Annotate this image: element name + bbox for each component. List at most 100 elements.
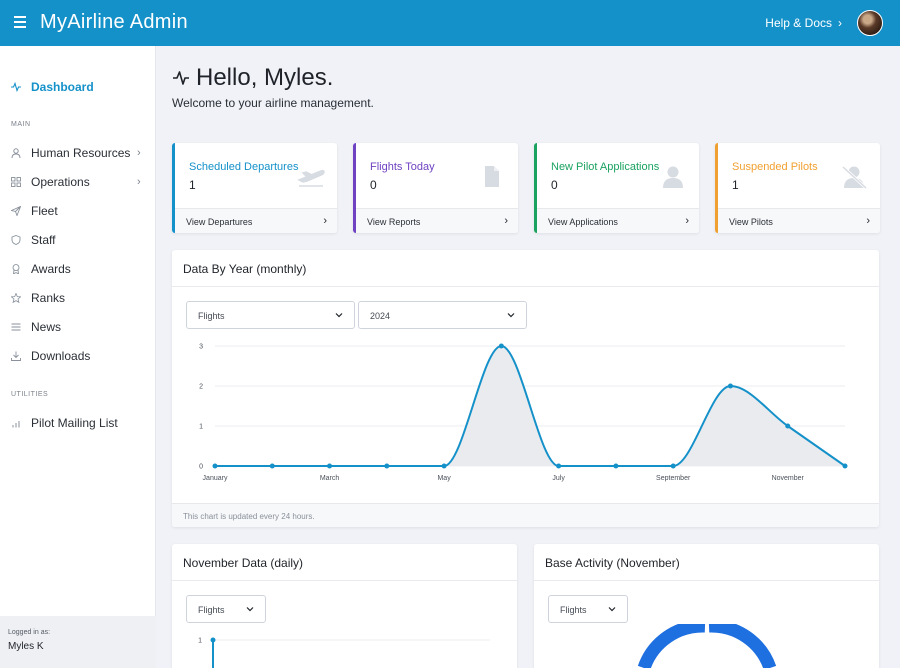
x-tick-label: January bbox=[203, 475, 228, 482]
stat-card-new-pilot-applications: New Pilot Applications 0 View Applicatio… bbox=[534, 143, 699, 233]
divider bbox=[172, 286, 879, 287]
data-point bbox=[269, 463, 275, 469]
divider bbox=[534, 580, 879, 581]
chevron-down-icon bbox=[246, 607, 254, 612]
y-tick-label: 1 bbox=[198, 638, 202, 645]
x-tick-label: July bbox=[552, 475, 565, 482]
sidebar-item-label: Dashboard bbox=[31, 80, 94, 94]
select-value: Flights bbox=[198, 605, 225, 615]
yearly-chart-card: Data By Year (monthly) Flights 2024 0 1 2 3… bbox=[172, 250, 879, 527]
link-label: View Reports bbox=[367, 217, 421, 227]
card-title: Data By Year (monthly) bbox=[183, 262, 307, 276]
chevron-right-icon: › bbox=[137, 176, 141, 188]
stat-title: Scheduled Departures bbox=[189, 161, 299, 173]
sidebar-item-staff[interactable]: Staff bbox=[0, 228, 156, 252]
sidebar-item-operations[interactable]: Operations › bbox=[0, 170, 156, 194]
logged-in-user: Myles K bbox=[8, 641, 44, 652]
help-docs-link[interactable]: Help & Docs › bbox=[765, 16, 842, 30]
data-point bbox=[441, 463, 447, 469]
divider bbox=[172, 580, 517, 581]
view-departures-link[interactable]: View Departures › bbox=[175, 208, 337, 233]
data-point bbox=[210, 637, 216, 643]
user-icon bbox=[663, 166, 683, 188]
list-icon bbox=[11, 323, 21, 331]
chevron-right-icon: › bbox=[504, 215, 508, 227]
data-point bbox=[613, 463, 619, 469]
data-point bbox=[842, 463, 848, 469]
sidebar-item-pilot-mailing-list[interactable]: Pilot Mailing List bbox=[0, 411, 156, 435]
select-value: Flights bbox=[560, 605, 587, 615]
sidebar-item-label: Fleet bbox=[31, 204, 58, 218]
page-title: Hello, Myles. bbox=[172, 64, 333, 92]
top-bar: MyAirline Admin Help & Docs › bbox=[0, 0, 900, 46]
x-tick-label: May bbox=[437, 475, 451, 482]
sidebar-item-human-resources[interactable]: Human Resources › bbox=[0, 141, 156, 165]
stat-value: 1 bbox=[189, 178, 196, 192]
sidebar-item-awards[interactable]: Awards bbox=[0, 257, 156, 281]
base-activity-card: Base Activity (November) Flights bbox=[534, 544, 879, 668]
y-tick-label: 0 bbox=[199, 464, 203, 471]
section-label-utilities: UTILITIES bbox=[11, 391, 49, 398]
view-reports-link[interactable]: View Reports › bbox=[356, 208, 518, 233]
stat-value: 0 bbox=[370, 178, 377, 192]
year-select[interactable]: 2024 bbox=[358, 301, 527, 329]
sidebar-item-downloads[interactable]: Downloads bbox=[0, 344, 156, 368]
y-tick-label: 1 bbox=[199, 424, 203, 431]
stat-value: 0 bbox=[551, 178, 558, 192]
sidebar-item-ranks[interactable]: Ranks bbox=[0, 286, 156, 310]
sidebar-item-dashboard[interactable]: Dashboard bbox=[0, 75, 156, 99]
card-title: November Data (daily) bbox=[183, 556, 304, 570]
metric-select[interactable]: Flights bbox=[548, 595, 628, 623]
data-point bbox=[785, 423, 791, 429]
data-point bbox=[670, 463, 676, 469]
chevron-right-icon: › bbox=[838, 16, 842, 30]
chevron-down-icon bbox=[608, 607, 616, 612]
sidebar-item-fleet[interactable]: Fleet bbox=[0, 199, 156, 223]
help-docs-label: Help & Docs bbox=[765, 16, 832, 30]
select-value: Flights bbox=[198, 311, 225, 321]
data-point bbox=[556, 463, 562, 469]
base-activity-donut-chart bbox=[637, 624, 777, 668]
metric-select[interactable]: Flights bbox=[186, 595, 266, 623]
donut-slice bbox=[637, 624, 706, 668]
card-title: Base Activity (November) bbox=[545, 556, 680, 570]
sidebar-item-label: Human Resources bbox=[31, 146, 131, 160]
chevron-right-icon: › bbox=[323, 215, 327, 227]
stat-value: 1 bbox=[732, 178, 739, 192]
sidebar-item-label: Operations bbox=[31, 175, 90, 189]
sidebar-item-news[interactable]: News bbox=[0, 315, 156, 339]
chevron-right-icon: › bbox=[685, 215, 689, 227]
paper-plane-icon bbox=[11, 206, 21, 216]
data-point bbox=[727, 383, 733, 389]
bar-chart-icon bbox=[12, 421, 20, 428]
grid-icon bbox=[11, 177, 21, 187]
user-slash-icon bbox=[841, 165, 868, 189]
metric-select[interactable]: Flights bbox=[186, 301, 355, 329]
stat-title: Flights Today bbox=[370, 161, 435, 173]
greeting-title: Hello, Myles. bbox=[196, 64, 334, 91]
view-pilots-link[interactable]: View Pilots › bbox=[718, 208, 880, 233]
donut-slice bbox=[708, 624, 777, 668]
chevron-down-icon bbox=[507, 313, 515, 318]
data-point bbox=[384, 463, 390, 469]
data-point bbox=[212, 463, 218, 469]
activity-icon bbox=[173, 71, 189, 85]
data-point bbox=[498, 343, 504, 349]
sidebar: Dashboard MAIN Human Resources › Operati… bbox=[0, 46, 156, 668]
sidebar-item-label: Ranks bbox=[31, 291, 66, 305]
airplane-departure-icon bbox=[297, 169, 325, 187]
y-tick-label: 2 bbox=[199, 384, 203, 391]
award-icon bbox=[12, 264, 20, 274]
sidebar-item-label: Awards bbox=[31, 262, 71, 276]
x-tick-label: November bbox=[772, 475, 805, 482]
section-label-main: MAIN bbox=[11, 121, 31, 128]
chevron-right-icon: › bbox=[866, 215, 870, 227]
x-tick-label: September bbox=[656, 475, 691, 482]
hamburger-menu-icon[interactable] bbox=[14, 16, 26, 28]
user-avatar[interactable] bbox=[857, 10, 883, 36]
link-label: View Departures bbox=[186, 217, 253, 227]
logged-in-label: Logged in as: bbox=[8, 629, 51, 636]
view-applications-link[interactable]: View Applications › bbox=[537, 208, 699, 233]
app-title[interactable]: MyAirline Admin bbox=[40, 11, 188, 34]
chevron-right-icon: › bbox=[137, 147, 141, 159]
